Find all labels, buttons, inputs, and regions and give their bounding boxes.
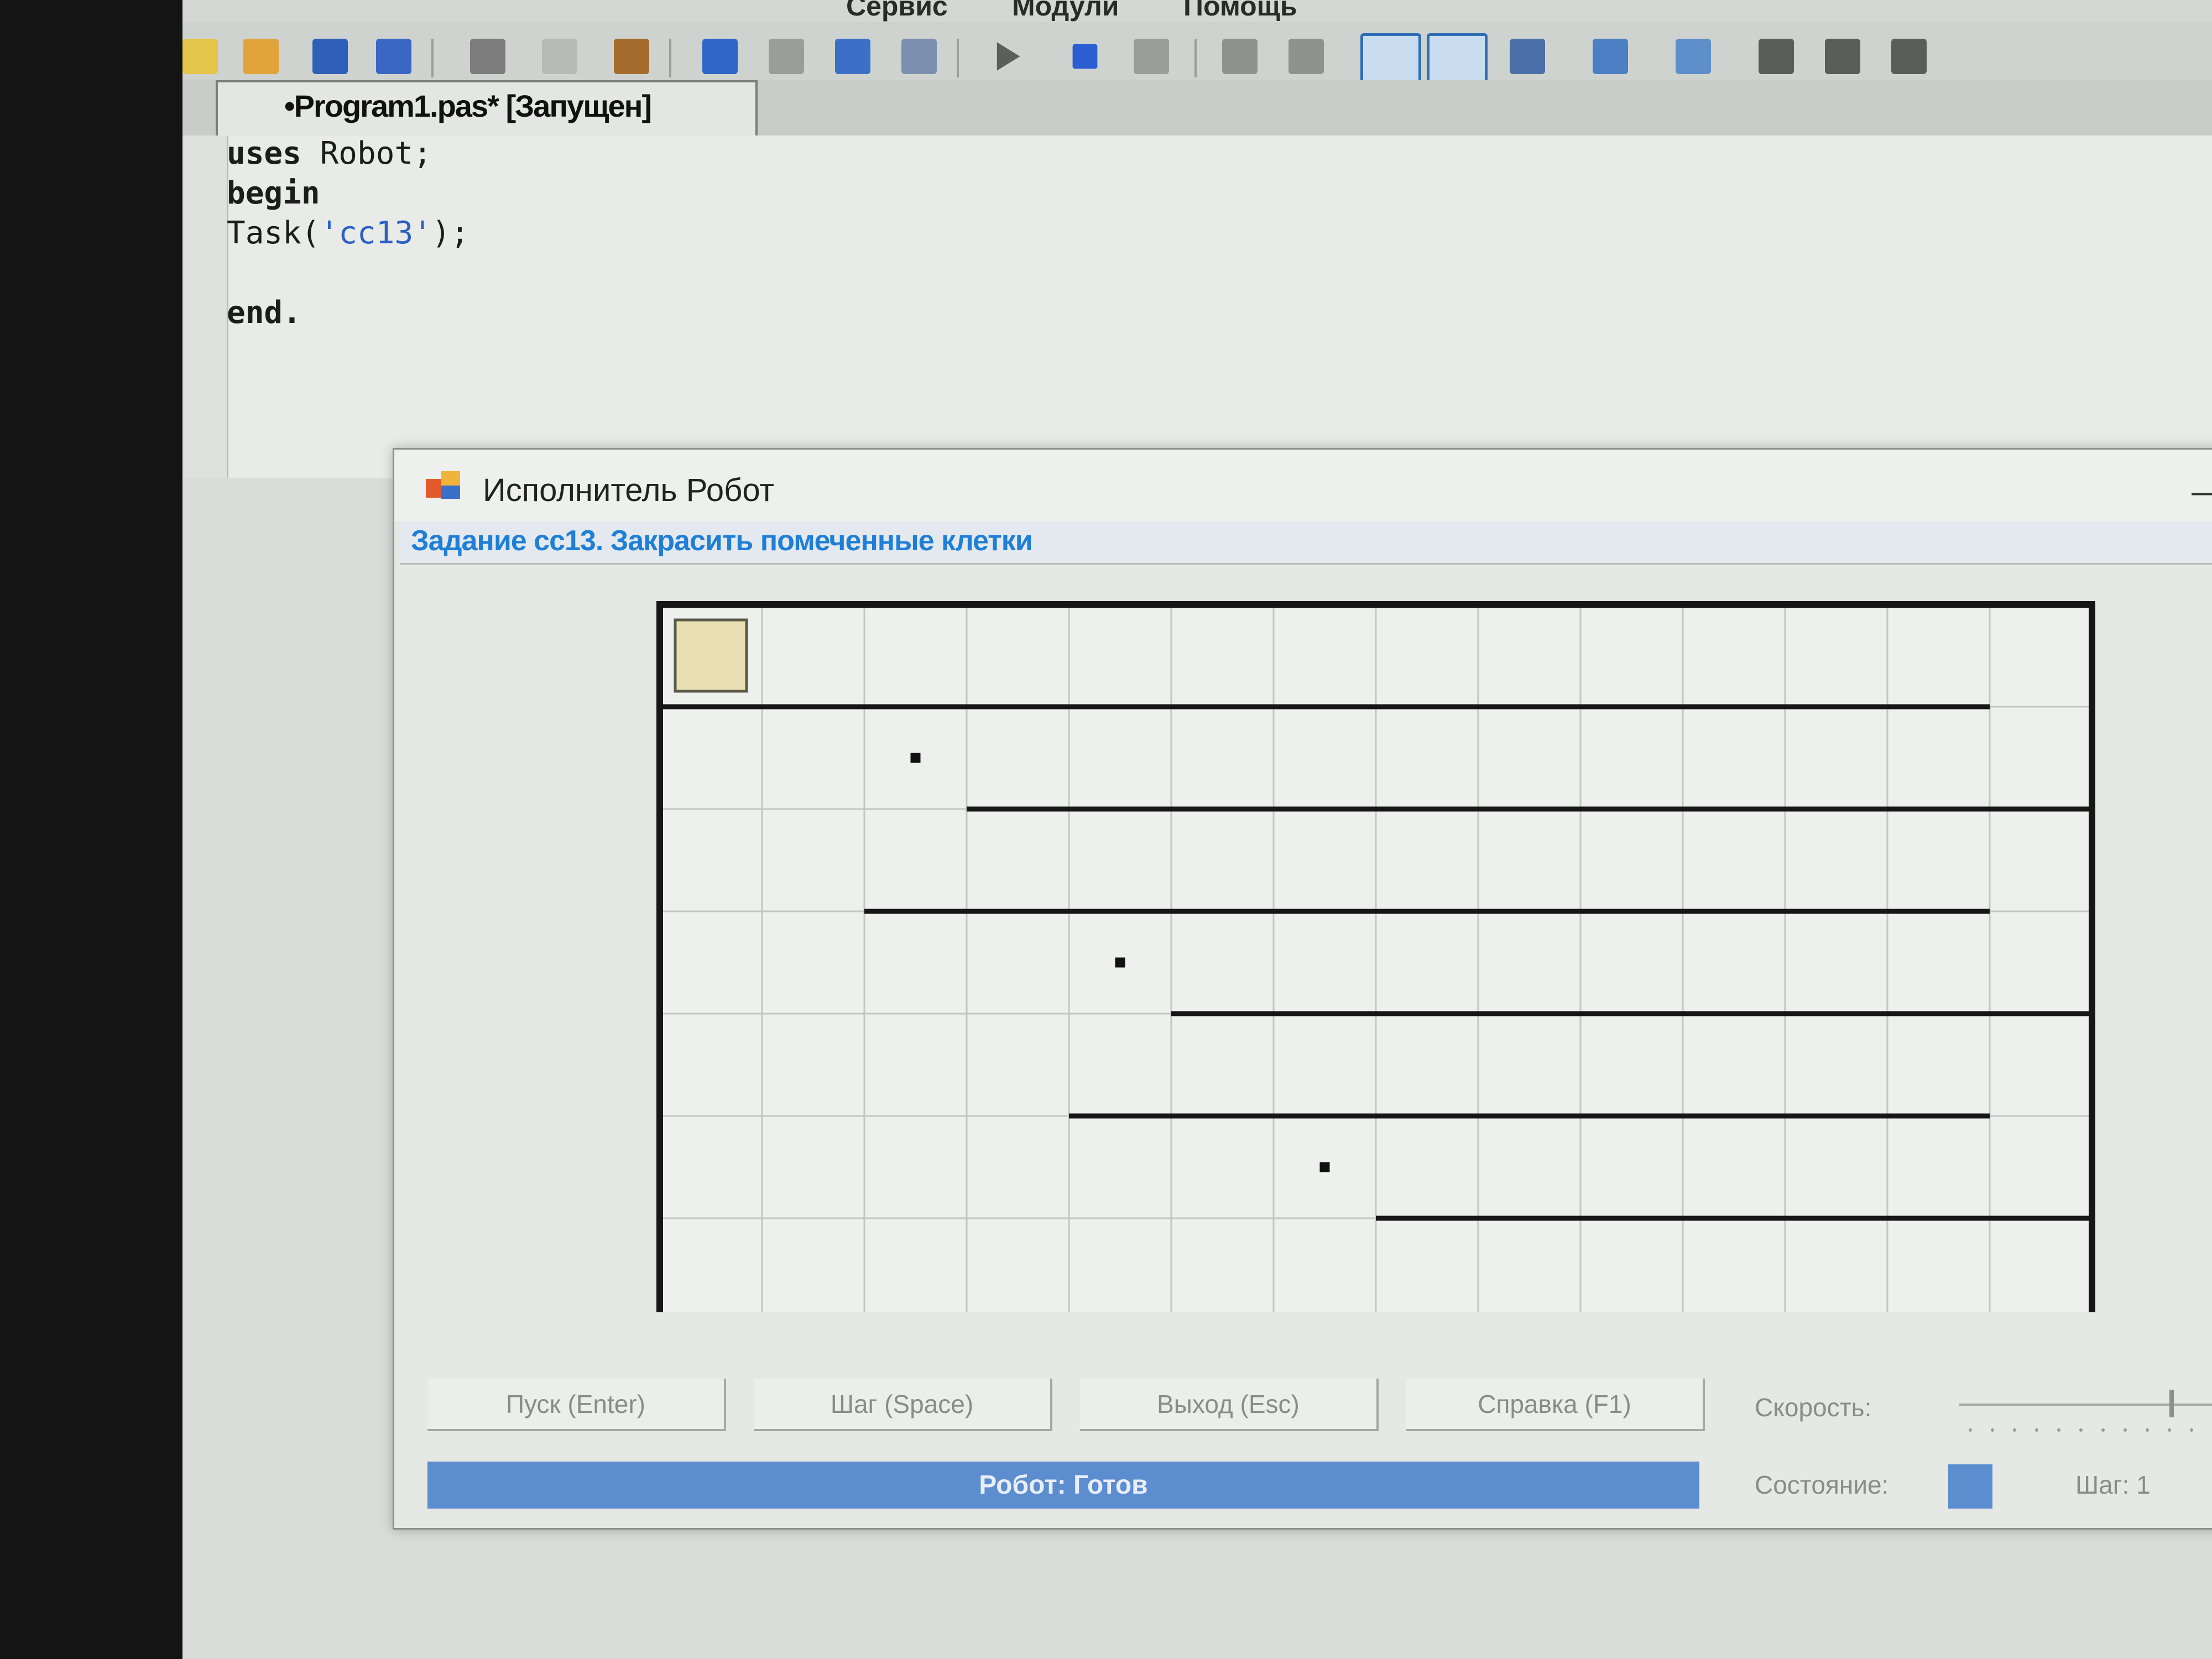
- code-text: );: [431, 215, 469, 251]
- speed-slider-ticks: [1959, 1428, 2212, 1432]
- robot-app-icon: [426, 471, 460, 499]
- tab-label: •Program1.pas* [Запущен]: [284, 88, 652, 123]
- marked-cell-dot: [1115, 957, 1125, 968]
- menu-bar: Сервис Модули Помощь: [182, 0, 2212, 22]
- compile-icon[interactable]: [1676, 39, 1711, 74]
- toolbar-separator: [431, 39, 434, 77]
- save-icon[interactable]: [312, 39, 348, 74]
- module-2-icon[interactable]: [1825, 39, 1860, 74]
- task-header: Задание cc13. Закрасить помеченные клетк…: [400, 521, 2212, 565]
- menu-modules[interactable]: Модули: [1012, 0, 1119, 22]
- open-folder-icon[interactable]: [243, 39, 279, 74]
- save-all-icon[interactable]: [376, 39, 411, 74]
- minimize-icon[interactable]: —: [2186, 472, 2212, 510]
- cut-icon[interactable]: [470, 39, 505, 74]
- module-1-icon[interactable]: [1759, 39, 1794, 74]
- robot-status-text: Робот: Готов: [979, 1470, 1148, 1500]
- step-button[interactable]: Шаг (Space): [754, 1379, 1052, 1431]
- step-over-icon[interactable]: [1288, 39, 1324, 74]
- code-line-task: Task('cc13');: [227, 215, 469, 251]
- state-label: Состояние:: [1755, 1470, 1889, 1499]
- output-window-icon[interactable]: [1427, 33, 1488, 83]
- code-editor[interactable]: uses Robot; begin Task('cc13'); end.: [182, 135, 2212, 478]
- code-line-begin: begin: [227, 175, 320, 211]
- robot-window-titlebar[interactable]: Исполнитель Робот — ☐ ✕: [394, 450, 2212, 521]
- code-line-uses: uses Robot;: [227, 135, 432, 171]
- monitor-bezel: [0, 0, 182, 1659]
- paste-icon[interactable]: [614, 39, 649, 74]
- robot-grid: [656, 601, 2095, 1312]
- find-icon[interactable]: [835, 39, 870, 74]
- code-text: Task(: [227, 215, 320, 251]
- module-3-icon[interactable]: [1891, 39, 1927, 74]
- ide-screen: Сервис Модули Помощь •Program1.pas* [Зап…: [182, 0, 2212, 1659]
- exit-button[interactable]: Выход (Esc): [1080, 1379, 1379, 1431]
- menu-help[interactable]: Помощь: [1183, 0, 1297, 22]
- speed-slider-track[interactable]: [1959, 1404, 2212, 1406]
- stop-icon[interactable]: [1072, 44, 1098, 69]
- task-description: Задание cc13. Закрасить помеченные клетк…: [411, 525, 1033, 557]
- help-button[interactable]: Справка (F1): [1406, 1379, 1705, 1431]
- code-line-end: end.: [227, 295, 301, 331]
- code-text: Robot;: [301, 135, 432, 171]
- keyword-end: end.: [227, 295, 301, 331]
- marked-cell-dot: [1319, 1162, 1330, 1172]
- start-button[interactable]: Пуск (Enter): [427, 1379, 726, 1431]
- step-counter: Шаг: 1: [2075, 1470, 2151, 1499]
- redo-icon[interactable]: [769, 39, 804, 74]
- editor-gutter: [182, 135, 228, 478]
- console-window-icon[interactable]: [1360, 33, 1421, 83]
- keyword-uses: uses: [227, 135, 301, 171]
- state-indicator: [1948, 1464, 1992, 1509]
- robot: [674, 618, 748, 693]
- keyword-begin: begin: [227, 175, 320, 211]
- robot-window: Исполнитель Робот — ☐ ✕ Задание cc13. За…: [393, 448, 2212, 1530]
- speed-slider-thumb[interactable]: [2169, 1390, 2174, 1417]
- toolbar-separator: [669, 39, 671, 77]
- form-designer-icon[interactable]: [1593, 39, 1628, 74]
- tab-program1[interactable]: •Program1.pas* [Запущен]: [216, 80, 758, 135]
- string-literal: 'cc13': [320, 215, 432, 251]
- toolbar-separator: [957, 39, 959, 77]
- debug-icon[interactable]: [1134, 39, 1169, 74]
- replace-icon[interactable]: [901, 39, 937, 74]
- marked-cell-dot: [910, 753, 921, 763]
- new-file-icon[interactable]: [182, 39, 218, 74]
- run-icon[interactable]: [997, 42, 1020, 71]
- watch-window-icon[interactable]: [1510, 39, 1545, 74]
- speed-label: Скорость:: [1755, 1393, 1872, 1422]
- step-into-icon[interactable]: [1222, 39, 1258, 74]
- toolbar-separator: [1194, 39, 1197, 77]
- copy-icon[interactable]: [542, 39, 577, 74]
- editor-tab-bar: •Program1.pas* [Запущен]: [182, 80, 2212, 138]
- robot-window-title: Исполнитель Робот: [483, 472, 774, 508]
- robot-field: [654, 599, 2125, 1312]
- menu-service[interactable]: Сервис: [846, 0, 948, 22]
- status-progress-bar: Робот: Готов: [427, 1462, 1699, 1509]
- undo-icon[interactable]: [702, 39, 738, 74]
